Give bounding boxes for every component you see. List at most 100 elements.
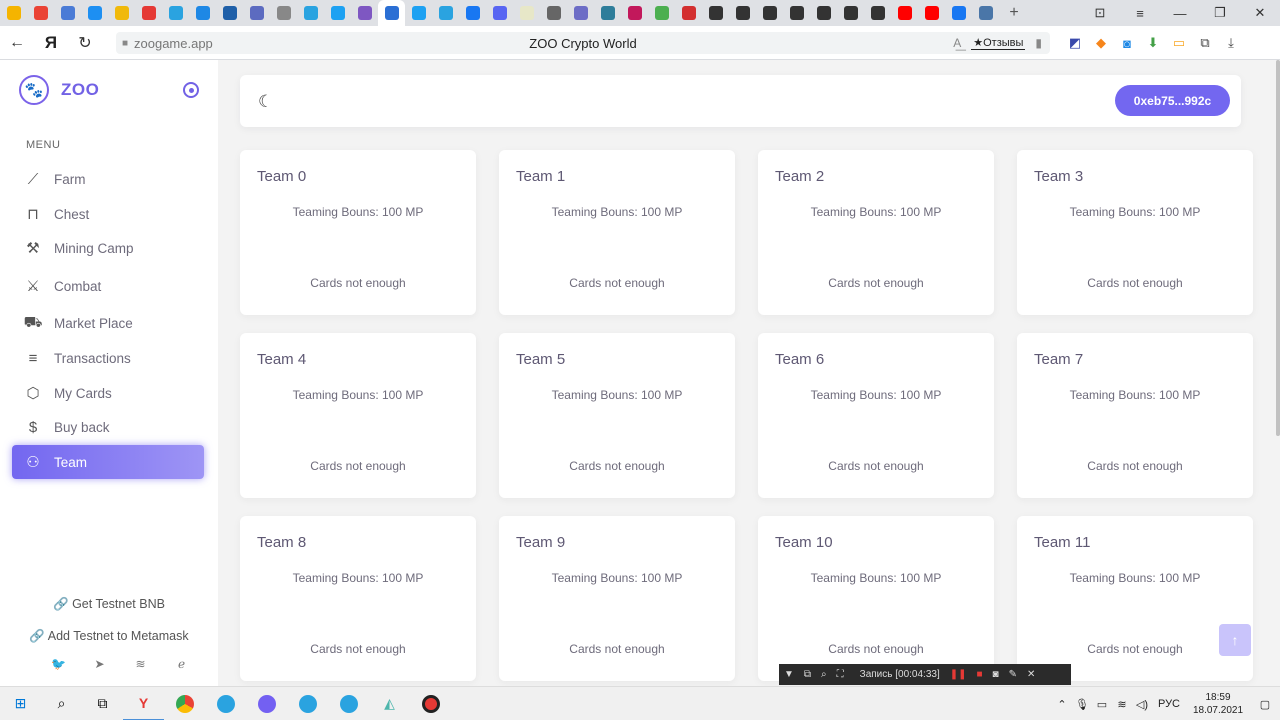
browser-tab[interactable] (54, 0, 81, 26)
page-scrollbar[interactable] (1276, 60, 1280, 686)
team-card[interactable]: Team 4 Teaming Bouns: 100 MP Cards not eno… (240, 333, 476, 498)
pause-icon[interactable]: ❚❚ (945, 669, 972, 680)
windows-start-icon[interactable]: ⊞ (0, 687, 41, 720)
team-card[interactable]: Team 8 Teaming Bouns: 100 MP Cards not eno… (240, 516, 476, 681)
browser-tab[interactable] (459, 0, 486, 26)
browser-tab[interactable] (378, 0, 405, 26)
browser-tab[interactable] (675, 0, 702, 26)
browser-tab[interactable] (108, 0, 135, 26)
browser-tab[interactable] (297, 0, 324, 26)
browser-tab[interactable] (324, 0, 351, 26)
browser-tab[interactable] (486, 0, 513, 26)
browser-tab[interactable] (540, 0, 567, 26)
close-icon[interactable]: ✕ (1022, 669, 1040, 680)
team-card[interactable]: Team 10 Teaming Bouns: 100 MP Cards not en… (758, 516, 994, 681)
browser-tab[interactable] (810, 0, 837, 26)
browser-tab[interactable] (432, 0, 459, 26)
sidebar-item-combat[interactable]: ⚔ Combat (12, 269, 204, 303)
camera-icon[interactable]: ◙ (988, 669, 1004, 680)
language-indicator[interactable]: РУС (1152, 698, 1186, 710)
browser-tab[interactable] (972, 0, 999, 26)
team-card[interactable]: Team 0 Teaming Bouns: 100 MP Cards not eno… (240, 150, 476, 315)
viber-icon[interactable] (246, 687, 287, 720)
bookmark-icon[interactable]: ▮ (1035, 36, 1042, 50)
sidebar-item-market-place[interactable]: ⛟ Market Place (12, 306, 204, 340)
pencil-icon[interactable]: ✎ (1004, 669, 1022, 680)
battery-icon[interactable]: ▭ (1166, 26, 1192, 60)
extension-icon[interactable]: ◩ (1062, 26, 1088, 60)
browser-tab[interactable] (243, 0, 270, 26)
bookmarks-icon[interactable]: ⊡ (1080, 5, 1120, 21)
microphone-icon[interactable]: 🎙 (1072, 698, 1092, 711)
translate-icon[interactable]: A͟ (953, 36, 961, 50)
menu-icon[interactable]: ≡ (1120, 6, 1160, 21)
add-testnet-metamask-link[interactable]: 🔗 Add Testnet to Metamask (0, 629, 218, 644)
sidebar-item-chest[interactable]: ⊓ Chest (12, 197, 204, 231)
browser-tab[interactable] (864, 0, 891, 26)
browser-tab[interactable] (837, 0, 864, 26)
dark-mode-moon-icon[interactable]: ☾ (258, 92, 273, 112)
team-card[interactable]: Team 7 Teaming Bouns: 100 MP Cards not eno… (1017, 333, 1253, 498)
medium-icon[interactable]: ℯ (161, 657, 202, 671)
sidebar-item-team[interactable]: ⚇ Team (12, 445, 204, 479)
team-card[interactable]: Team 6 Teaming Bouns: 100 MP Cards not eno… (758, 333, 994, 498)
browser-tab[interactable] (81, 0, 108, 26)
browser-tab[interactable] (0, 0, 27, 26)
browser-tab[interactable] (621, 0, 648, 26)
browser-tab[interactable] (729, 0, 756, 26)
notifications-icon[interactable]: ▢ (1250, 698, 1280, 711)
brand[interactable]: 🐾 ZOO (19, 75, 99, 105)
team-card[interactable]: Team 2 Teaming Bouns: 100 MP Cards not eno… (758, 150, 994, 315)
new-tab-button[interactable]: + (999, 4, 1029, 22)
volume-icon[interactable]: ◁) (1132, 698, 1152, 711)
telegram-icon[interactable]: ➤ (79, 657, 120, 671)
downloads-icon[interactable]: ⤓ (1218, 26, 1244, 60)
team-card[interactable]: Team 1 Teaming Bouns: 100 MP Cards not eno… (499, 150, 735, 315)
chrome-icon[interactable] (164, 687, 205, 720)
browser-tab[interactable] (702, 0, 729, 26)
gitbook-icon[interactable]: ≋ (120, 657, 161, 671)
browser-tab[interactable] (135, 0, 162, 26)
get-testnet-bnb-link[interactable]: 🔗 Get Testnet BNB (0, 597, 218, 612)
close-window-button[interactable]: ✕ (1240, 5, 1280, 21)
sidebar-item-transactions[interactable]: ≡ Transactions (12, 341, 204, 375)
browser-tab[interactable] (945, 0, 972, 26)
wallet-address-button[interactable]: 0xeb75...992c (1115, 85, 1230, 116)
browser-tab[interactable] (891, 0, 918, 26)
stop-icon[interactable]: ■ (972, 669, 988, 680)
browser-tab[interactable] (513, 0, 540, 26)
zoom-icon[interactable]: ⌕ (816, 669, 832, 680)
task-view-icon[interactable]: ⧉ (82, 687, 123, 720)
browser-tab[interactable] (783, 0, 810, 26)
browser-tab[interactable] (162, 0, 189, 26)
extension-icon[interactable]: ◙ (1114, 26, 1140, 60)
clock[interactable]: 18:59 18.07.2021 (1186, 691, 1250, 717)
battery-icon[interactable]: ▭ (1092, 698, 1112, 711)
browser-tab[interactable] (918, 0, 945, 26)
search-icon[interactable]: ⌕ (41, 687, 82, 720)
yandex-browser-icon[interactable]: Y (123, 687, 164, 720)
yandex-logo-icon[interactable]: Я (34, 33, 68, 53)
browser-tab[interactable] (648, 0, 675, 26)
browser-tab[interactable] (756, 0, 783, 26)
team-card[interactable]: Team 3 Teaming Bouns: 100 MP Cards not eno… (1017, 150, 1253, 315)
reload-button[interactable]: ↻ (68, 33, 102, 53)
wifi-icon[interactable]: ≋ (1112, 698, 1132, 711)
sidebar-item-mining-camp[interactable]: ⚒ Mining Camp (12, 231, 204, 265)
sidebar-item-my-cards[interactable]: ⬡ My Cards (12, 376, 204, 410)
window-icon[interactable]: ⧉ (799, 669, 816, 680)
restore-button[interactable]: ❐ (1200, 5, 1240, 21)
telegram-icon[interactable] (205, 687, 246, 720)
sidebar-item-farm[interactable]: ⟋ Farm (12, 162, 204, 196)
sidebar-toggle-icon[interactable] (183, 82, 199, 98)
collections-icon[interactable]: ⧉ (1192, 26, 1218, 60)
browser-tab[interactable] (405, 0, 432, 26)
telegram-icon[interactable] (328, 687, 369, 720)
metamask-icon[interactable]: ◆ (1088, 26, 1114, 60)
browser-tab[interactable] (567, 0, 594, 26)
download-arrow-icon[interactable]: ⬇ (1140, 26, 1166, 60)
reviews-button[interactable]: ★Отзывы (971, 36, 1026, 50)
chevron-up-icon[interactable]: ⌃ (1052, 698, 1072, 711)
url-field[interactable]: ■ zoogame.app ZOO Crypto World A͟ ★Отзыв… (116, 32, 1050, 54)
browser-tab[interactable] (270, 0, 297, 26)
